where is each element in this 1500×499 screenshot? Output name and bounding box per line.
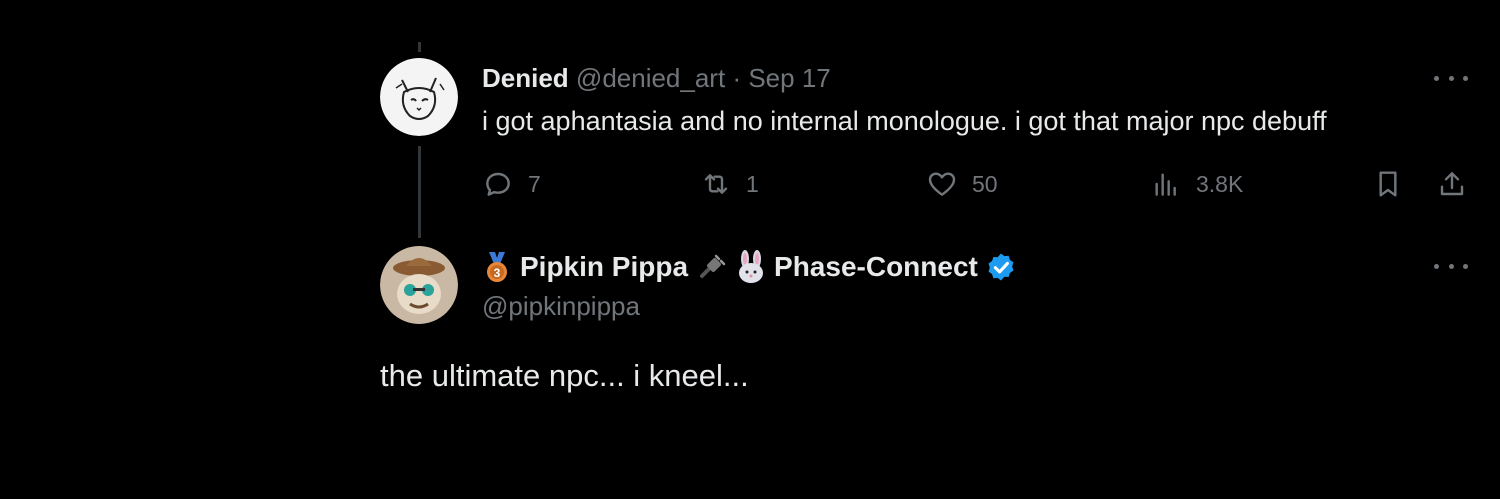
tweet-header: 3 Pipkin Pippa Phase-Connect	[480, 250, 1018, 284]
reply-count: 7	[528, 170, 541, 197]
share-button[interactable]	[1436, 166, 1468, 202]
user-handle[interactable]: @denied_art	[576, 63, 725, 93]
verified-badge-icon[interactable]	[984, 250, 1018, 284]
tweet-thread: Denied @denied_art · Sep 17 i got aphant…	[0, 0, 1500, 499]
avatar[interactable]	[380, 58, 458, 136]
tweet-text: the ultimate npc... i kneel...	[380, 358, 749, 393]
more-options-button[interactable]	[1434, 256, 1468, 276]
rabbit-icon	[734, 250, 768, 284]
more-dot	[1434, 263, 1439, 269]
more-dot	[1448, 263, 1454, 269]
bookmark-button[interactable]	[1372, 166, 1404, 202]
views-button[interactable]: 3.8K	[1150, 166, 1243, 202]
like-count: 50	[972, 170, 998, 197]
display-name-part[interactable]: Pipkin Pippa	[520, 250, 688, 284]
separator-dot: ·	[732, 63, 742, 93]
display-name-part[interactable]: Phase-Connect	[774, 250, 978, 284]
avatar[interactable]	[380, 246, 458, 324]
more-dot	[1434, 75, 1439, 81]
tweet-header: Denied @denied_art · Sep 17	[482, 62, 831, 94]
svg-text:3: 3	[494, 266, 501, 280]
share-icon	[1440, 172, 1464, 196]
third-place-medal-icon: 3	[480, 250, 514, 284]
repost-count: 1	[746, 170, 759, 197]
thread-connector-line	[418, 146, 421, 238]
reply-icon	[486, 172, 510, 196]
user-handle[interactable]: @pipkinpippa	[482, 290, 640, 322]
more-options-button[interactable]	[1434, 68, 1468, 88]
heart-icon	[928, 172, 956, 196]
thread-connector-line	[418, 42, 421, 52]
character-avatar-icon	[380, 246, 458, 324]
tweet-text: i got aphantasia and no internal monolog…	[482, 106, 1327, 136]
more-dot	[1463, 75, 1468, 81]
reply-button[interactable]: 7	[482, 166, 541, 202]
display-name[interactable]: Denied	[482, 63, 569, 93]
view-count: 3.8K	[1196, 170, 1244, 197]
plug-icon	[694, 250, 728, 284]
tweet-date[interactable]: Sep 17	[748, 63, 830, 93]
cat-sketch-avatar-icon	[380, 58, 458, 136]
like-button[interactable]: 50	[926, 166, 998, 202]
more-dot	[1448, 75, 1454, 81]
repost-icon	[704, 174, 728, 194]
more-dot	[1463, 263, 1468, 269]
bookmark-icon	[1379, 171, 1397, 197]
analytics-icon	[1155, 173, 1176, 196]
repost-button[interactable]: 1	[700, 166, 759, 202]
